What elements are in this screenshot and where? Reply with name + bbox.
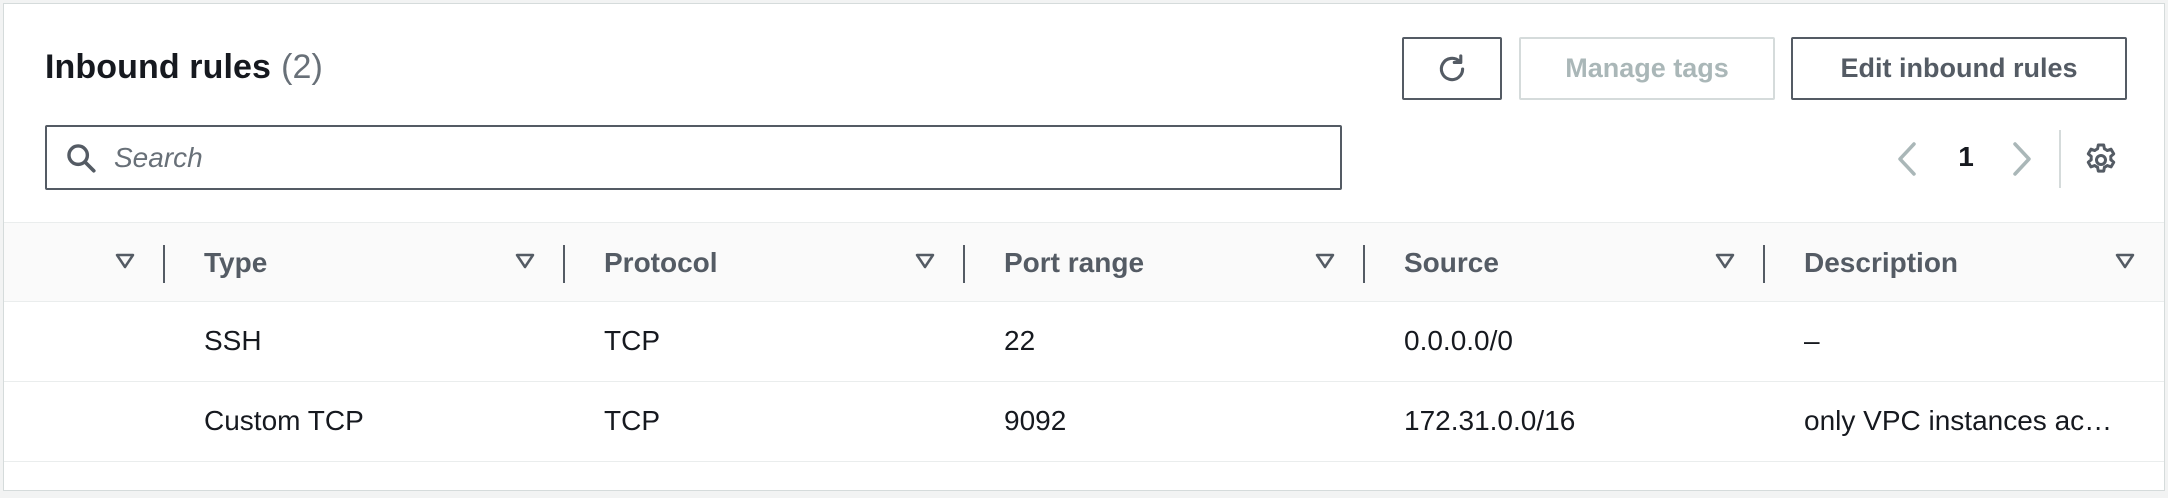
chevron-left-icon[interactable] bbox=[1892, 140, 1922, 178]
search-icon bbox=[67, 143, 96, 173]
page-title: Inbound rules (2) bbox=[45, 48, 323, 87]
column-header-source[interactable]: Source bbox=[1404, 247, 1499, 279]
search-box[interactable] bbox=[45, 125, 1342, 190]
cell-port-range: 22 bbox=[1004, 325, 1036, 356]
cell-description: – bbox=[1804, 325, 1820, 356]
cell-type: SSH bbox=[204, 325, 262, 356]
pagination-divider bbox=[2059, 130, 2061, 188]
search-input[interactable] bbox=[112, 140, 1316, 175]
sort-icon[interactable] bbox=[1714, 252, 1736, 270]
cell-port-range: 9092 bbox=[1004, 405, 1067, 436]
column-header-type[interactable]: Type bbox=[204, 247, 267, 279]
column-divider[interactable] bbox=[563, 245, 565, 283]
sort-icon[interactable] bbox=[1314, 252, 1336, 270]
rule-count: (2) bbox=[281, 48, 323, 86]
cell-source: 0.0.0.0/0 bbox=[1404, 325, 1513, 356]
inbound-rules-panel: Inbound rules (2) Manage tags Edit inboun… bbox=[3, 3, 2165, 491]
column-header-description[interactable]: Description bbox=[1804, 247, 1958, 279]
edit-inbound-rules-button[interactable]: Edit inbound rules bbox=[1791, 37, 2127, 100]
refresh-icon bbox=[1439, 53, 1465, 81]
column-divider[interactable] bbox=[1763, 245, 1765, 283]
chevron-right-icon[interactable] bbox=[2007, 140, 2037, 178]
cell-source: 172.31.0.0/16 bbox=[1404, 405, 1576, 436]
column-header-protocol[interactable]: Protocol bbox=[604, 247, 718, 279]
table-row[interactable]: SSH TCP 22 0.0.0.0/0 – bbox=[4, 302, 2164, 382]
table-header: Type Protocol Port range Source Descript… bbox=[4, 222, 2164, 302]
table-row[interactable]: Custom TCP TCP 9092 172.31.0.0/16 only V… bbox=[4, 382, 2164, 462]
title-text: Inbound rules bbox=[45, 48, 272, 86]
cell-protocol: TCP bbox=[604, 325, 660, 356]
gear-icon[interactable] bbox=[2083, 142, 2119, 178]
column-header-port-range[interactable]: Port range bbox=[1004, 247, 1144, 279]
column-divider[interactable] bbox=[1363, 245, 1365, 283]
column-divider[interactable] bbox=[963, 245, 965, 283]
sort-icon[interactable] bbox=[114, 252, 136, 270]
sort-icon[interactable] bbox=[2114, 252, 2136, 270]
sort-icon[interactable] bbox=[914, 252, 936, 270]
column-divider[interactable] bbox=[163, 245, 165, 283]
cell-type: Custom TCP bbox=[204, 405, 364, 436]
sort-icon[interactable] bbox=[514, 252, 536, 270]
cell-description: only VPC instances acc… bbox=[1804, 405, 2122, 436]
manage-tags-button[interactable]: Manage tags bbox=[1519, 37, 1775, 100]
current-page-number[interactable]: 1 bbox=[1954, 141, 1978, 173]
cell-protocol: TCP bbox=[604, 405, 660, 436]
refresh-button[interactable] bbox=[1402, 37, 1502, 100]
